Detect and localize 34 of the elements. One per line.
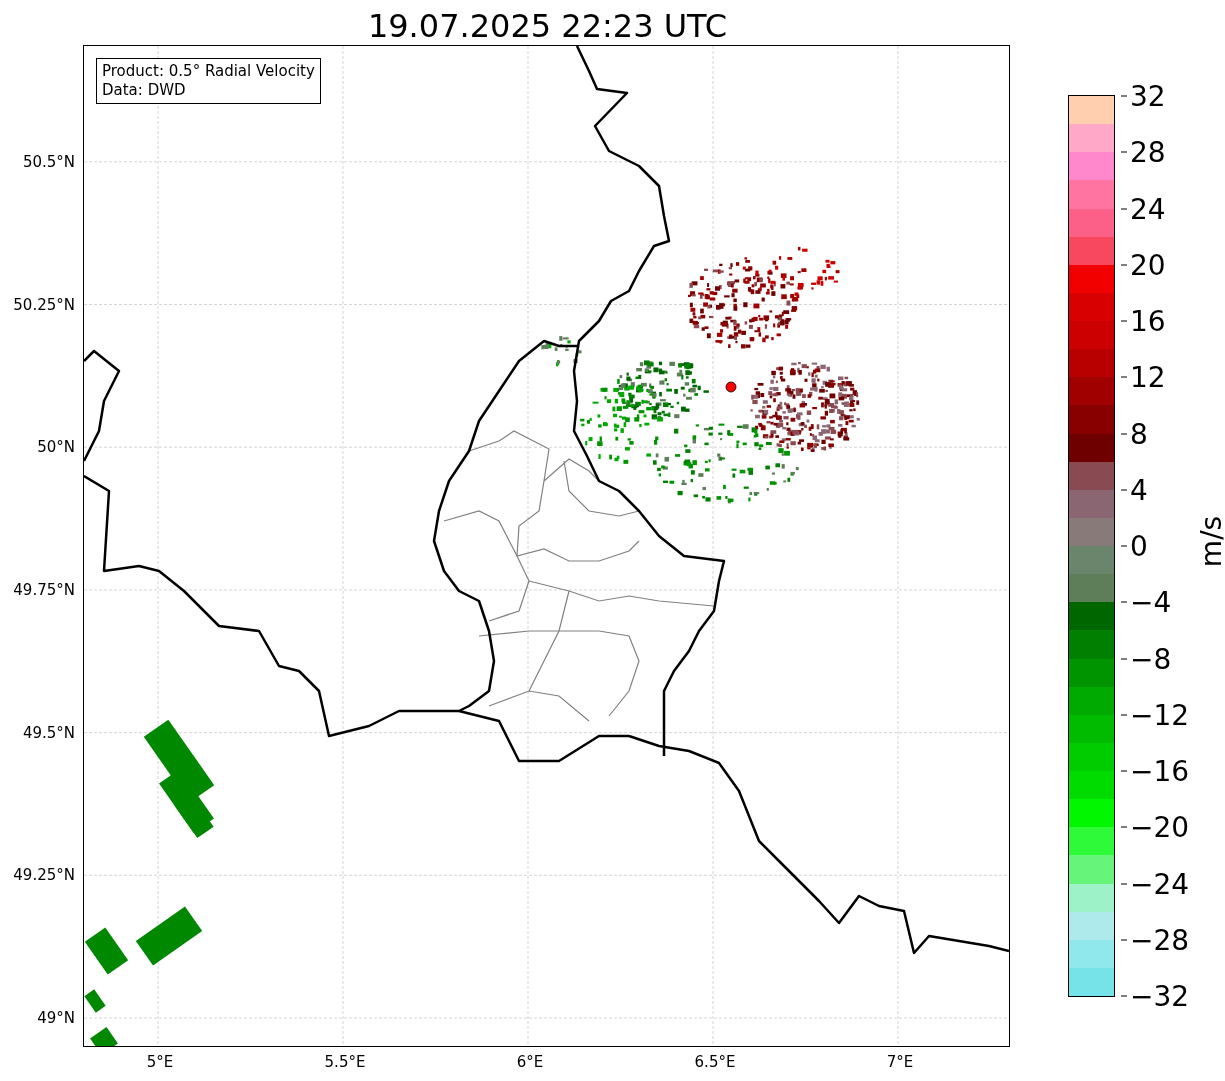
longitude-label: 6°E bbox=[516, 1053, 544, 1071]
colorbar-tick-label: −16 bbox=[1121, 754, 1190, 788]
longitude-label: 7°E bbox=[886, 1053, 914, 1071]
latitude-label: 49.75°N bbox=[13, 580, 75, 599]
colorbar-tick-label: −24 bbox=[1121, 867, 1190, 900]
colorbar-tick-label: 24 bbox=[1121, 192, 1166, 225]
longitude-label: 5.5°E bbox=[324, 1053, 366, 1071]
radar-site-marker bbox=[725, 381, 737, 393]
longitude-label: 6.5°E bbox=[694, 1053, 736, 1071]
colorbar-unit-label: m/s bbox=[1195, 515, 1225, 568]
info-text: Data: DWD bbox=[102, 81, 187, 100]
latitude-label: 49.25°N bbox=[13, 866, 75, 885]
longitude-label: 5°E bbox=[146, 1053, 174, 1071]
latitude-label: 50.25°N bbox=[13, 295, 75, 314]
colorbar-tick-label: 32 bbox=[1121, 79, 1166, 113]
colorbar-tick-label: 16 bbox=[1121, 304, 1166, 338]
colorbar-tick-label: 0 bbox=[1121, 529, 1148, 563]
colorbar-tick-label: −4 bbox=[1121, 585, 1172, 619]
colorbar-tick-label: 20 bbox=[1121, 248, 1166, 282]
chart-title: 19.07.2025 22:23 UTC bbox=[366, 6, 729, 45]
latitude-label: 49.5°N bbox=[22, 723, 75, 742]
colorbar-tick-label: −12 bbox=[1121, 698, 1190, 732]
colorbar-tick-label: 4 bbox=[1121, 473, 1148, 507]
colorbar-tick-label: 12 bbox=[1121, 360, 1166, 394]
latitude-label: 50.5°N bbox=[22, 152, 75, 171]
colorbar-tick-label: −8 bbox=[1121, 642, 1172, 675]
info-text: Product: 0.5° Radial Velocity bbox=[102, 62, 315, 81]
colorbar-tick-label: −28 bbox=[1121, 923, 1190, 957]
latitude-label: 50°N bbox=[37, 438, 75, 457]
colorbar-tick-label: 28 bbox=[1121, 135, 1166, 169]
latitude-label: 49°N bbox=[37, 1009, 75, 1027]
colorbar-tick-label: −32 bbox=[1121, 979, 1190, 1013]
colorbar-tick-label: −20 bbox=[1121, 810, 1190, 844]
colorbar-tick-label: 8 bbox=[1121, 417, 1148, 450]
